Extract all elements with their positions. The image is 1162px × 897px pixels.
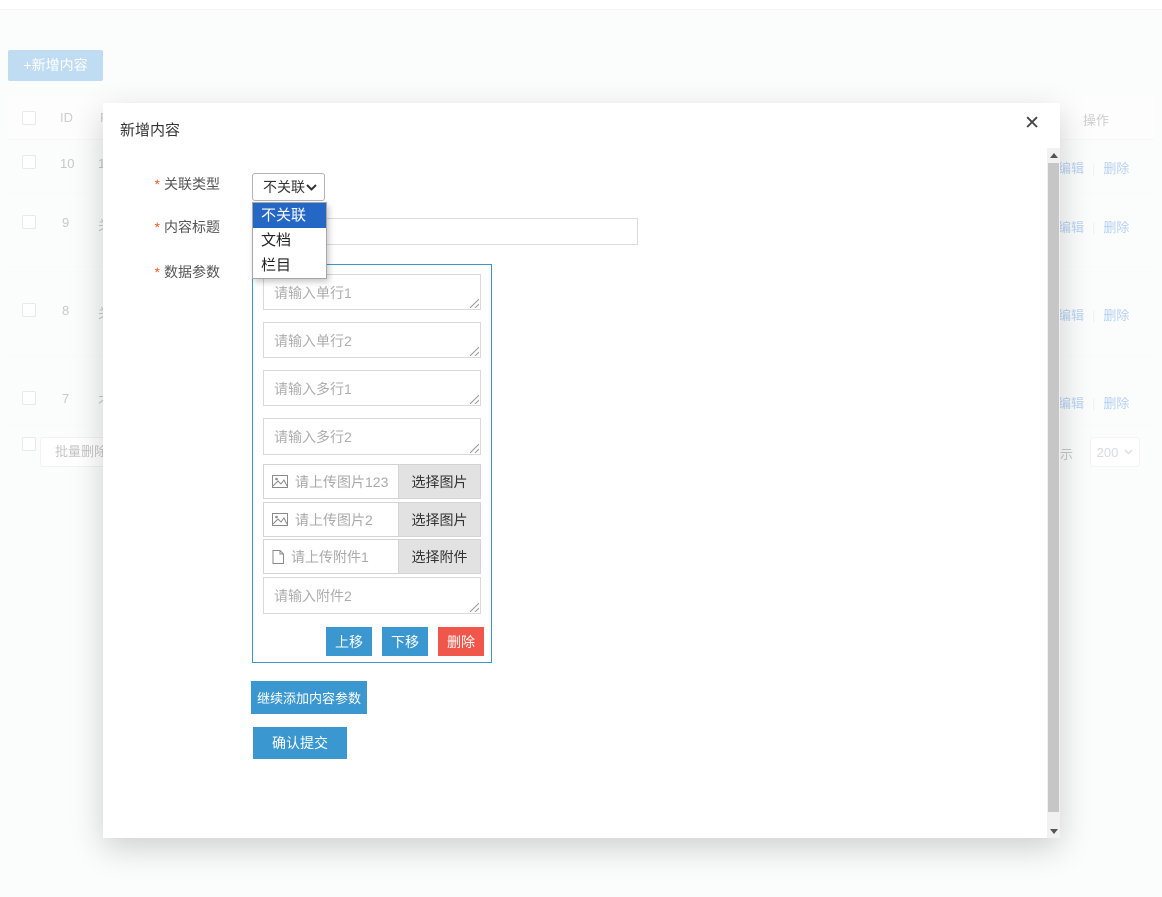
dropdown-option-document[interactable]: 文档 <box>253 228 326 253</box>
field-label-data-params: *数据参数 <box>103 262 220 282</box>
modal-title: 新增内容 <box>120 119 180 140</box>
move-down-button[interactable]: 下移 <box>382 627 428 656</box>
param-textarea-wrap <box>263 370 481 406</box>
file-icon <box>272 550 284 564</box>
modal-scrollbar[interactable] <box>1047 148 1060 838</box>
param-textarea-wrap <box>263 274 481 310</box>
param-textarea-wrap <box>263 322 481 358</box>
scrollbar-thumb[interactable] <box>1048 163 1059 812</box>
dropdown-option-column[interactable]: 栏目 <box>253 253 326 278</box>
upload-placeholder: 请上传附件1 <box>291 547 398 567</box>
attachment-2-textarea[interactable] <box>263 577 481 614</box>
required-asterisk: * <box>155 176 160 192</box>
upload-placeholder: 请上传图片123 <box>295 472 398 492</box>
upload-image-1-row: 请上传图片123 选择图片 <box>263 464 481 499</box>
required-asterisk: * <box>155 264 160 280</box>
param-textarea-wrap <box>263 577 481 614</box>
image-icon <box>272 475 288 488</box>
add-more-params-button[interactable]: 继续添加内容参数 <box>251 681 367 714</box>
dropdown-option-no-relation[interactable]: 不关联 <box>253 203 326 228</box>
delete-param-button[interactable]: 删除 <box>438 627 484 656</box>
field-label-relation-type: *关联类型 <box>103 174 220 194</box>
close-icon[interactable]: ✕ <box>1024 113 1040 135</box>
multi-line-2-textarea[interactable] <box>263 418 481 455</box>
upload-file-1-row: 请上传附件1 选择附件 <box>263 539 481 574</box>
relation-type-select[interactable]: 不关联 <box>252 173 325 201</box>
data-params-box: 请上传图片123 选择图片 请上传图片2 选择图片 请上传附件1 选择附件 上移… <box>252 264 492 663</box>
choose-file-button[interactable]: 选择附件 <box>398 540 480 573</box>
single-line-2-textarea[interactable] <box>263 322 481 358</box>
relation-type-value: 不关联 <box>263 177 305 197</box>
move-up-button[interactable]: 上移 <box>326 627 372 656</box>
relation-type-dropdown: 不关联 文档 栏目 <box>252 202 327 279</box>
chevron-down-icon <box>306 184 317 191</box>
choose-image-button[interactable]: 选择图片 <box>398 503 480 536</box>
upload-image-2-row: 请上传图片2 选择图片 <box>263 502 481 537</box>
multi-line-1-textarea[interactable] <box>263 370 481 406</box>
scroll-up-icon[interactable] <box>1047 148 1060 162</box>
choose-image-button[interactable]: 选择图片 <box>398 465 480 498</box>
single-line-1-textarea[interactable] <box>263 274 481 310</box>
confirm-submit-button[interactable]: 确认提交 <box>253 727 347 759</box>
image-icon <box>272 513 288 526</box>
add-content-modal: 新增内容 ✕ *关联类型 *内容标题 *数据参数 不关联 不关联 文档 栏目 <box>103 103 1060 838</box>
param-textarea-wrap <box>263 418 481 455</box>
field-label-content-title: *内容标题 <box>103 217 220 237</box>
scroll-down-icon[interactable] <box>1047 824 1060 838</box>
required-asterisk: * <box>155 219 160 235</box>
upload-placeholder: 请上传图片2 <box>295 510 398 530</box>
